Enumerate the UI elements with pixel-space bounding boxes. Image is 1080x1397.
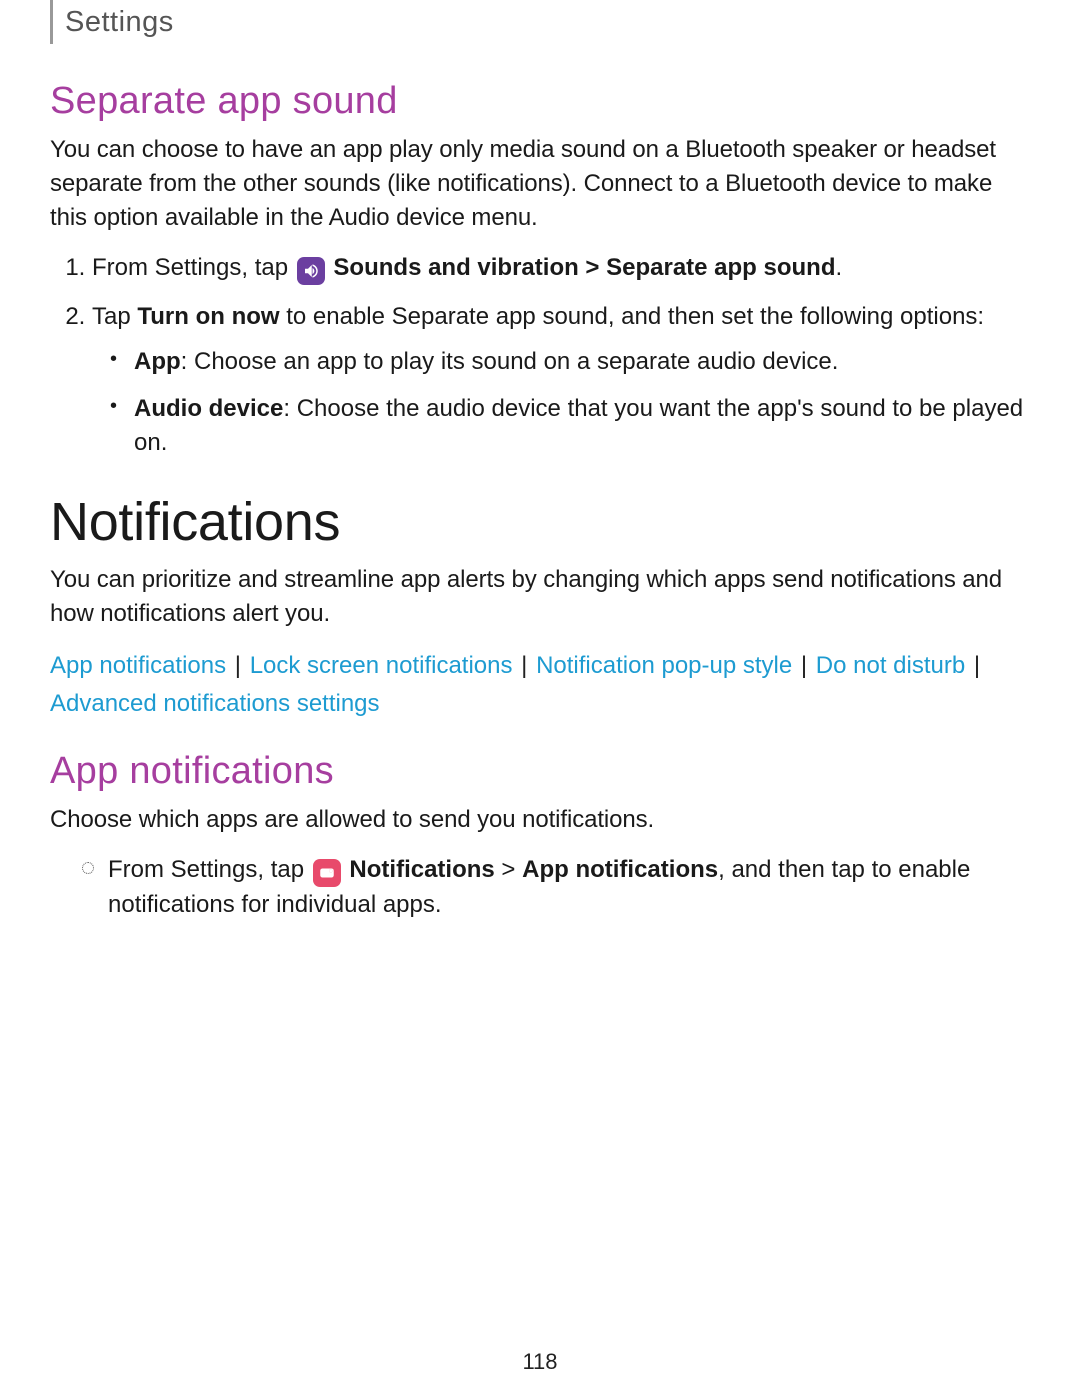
link-separator: | [521, 652, 527, 679]
step-1-bold: Sounds and vibration > Separate app soun… [327, 254, 836, 281]
page-number: 118 [0, 1349, 1080, 1375]
link-separator: | [235, 652, 241, 679]
step-mid: > [495, 856, 522, 883]
step-2-bullets: App: Choose an app to play its sound on … [92, 345, 1030, 461]
step-2: Tap Turn on now to enable Separate app s… [92, 300, 1030, 461]
link-do-not-disturb[interactable]: Do not disturb [816, 652, 965, 679]
paragraph-separate-intro: You can choose to have an app play only … [50, 133, 1030, 235]
heading-notifications: Notifications [50, 491, 1030, 553]
link-lock-screen-notifications[interactable]: Lock screen notifications [250, 652, 513, 679]
steps-separate: From Settings, tap Sounds and vibration … [50, 251, 1030, 461]
heading-app-notifications: App notifications [50, 750, 1030, 793]
step-2-bold: Turn on now [137, 303, 279, 330]
link-separator: | [974, 652, 980, 679]
bullet-app: App: Choose an app to play its sound on … [128, 345, 1030, 380]
bullet-audio-bold: Audio device [134, 395, 283, 422]
step-app-notifications: From Settings, tap Notifications > App n… [108, 853, 1030, 923]
step-2-pre: Tap [92, 303, 137, 330]
step-1: From Settings, tap Sounds and vibration … [92, 251, 1030, 286]
link-advanced-notifications-settings[interactable]: Advanced notifications settings [50, 690, 380, 717]
sound-icon [297, 257, 325, 285]
section-tab: Settings [50, 0, 1030, 44]
bullet-audio-device: Audio device: Choose the audio device th… [128, 392, 1030, 462]
step-2-post: to enable Separate app sound, and then s… [280, 303, 985, 330]
steps-app-notifications: From Settings, tap Notifications > App n… [50, 853, 1030, 923]
bullet-app-bold: App [134, 348, 181, 375]
step-bold1: Notifications [343, 856, 495, 883]
step-1-post: . [836, 254, 843, 281]
notification-links: App notifications | Lock screen notifica… [50, 647, 1030, 721]
step-1-pre: From Settings, tap [92, 254, 295, 281]
paragraph-app-notifications-intro: Choose which apps are allowed to send yo… [50, 803, 1030, 837]
bullet-app-rest: : Choose an app to play its sound on a s… [181, 348, 839, 375]
section-tab-label: Settings [65, 6, 174, 39]
link-separator: | [801, 652, 807, 679]
heading-separate-app-sound: Separate app sound [50, 80, 1030, 123]
link-app-notifications[interactable]: App notifications [50, 652, 226, 679]
link-notification-popup-style[interactable]: Notification pop-up style [536, 652, 792, 679]
step-bold2: App notifications [522, 856, 718, 883]
paragraph-notifications-intro: You can prioritize and streamline app al… [50, 563, 1030, 631]
notifications-icon [313, 859, 341, 887]
step-pre: From Settings, tap [108, 856, 311, 883]
